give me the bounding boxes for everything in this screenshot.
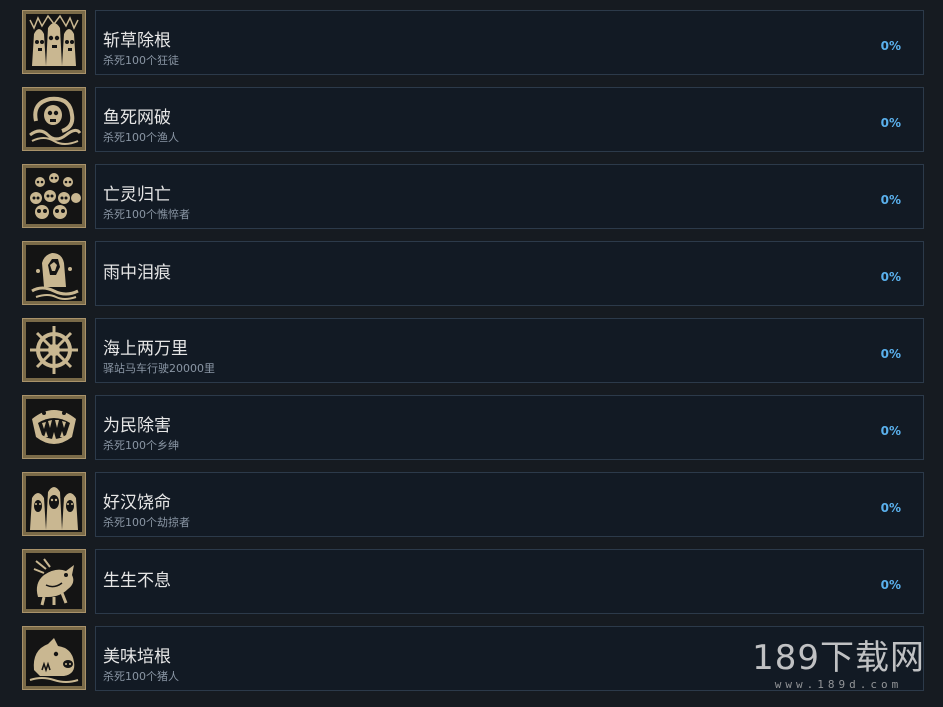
unlock-percentage: 0% — [880, 270, 901, 284]
achievement-row[interactable]: 为民除害 杀死100个乡绅 0% — [0, 385, 943, 462]
hooded-cultists-icon — [26, 14, 82, 70]
achievement-title: 雨中泪痕 — [103, 263, 171, 283]
fanged-maw-icon — [26, 399, 82, 455]
achievement-title: 亡灵归亡 — [103, 185, 171, 205]
achievement-title: 海上两万里 — [103, 339, 188, 359]
ship-wheel-icon — [26, 322, 82, 378]
achievement-panel: 鱼死网破 杀死100个渔人 0% — [95, 87, 924, 152]
achievement-row[interactable]: 好汉饶命 杀死100个劫掠者 0% — [0, 462, 943, 539]
achievement-icon-frame — [22, 318, 86, 382]
achievement-panel: 亡灵归亡 杀死100个憔悴者 0% — [95, 164, 924, 229]
achievement-row[interactable]: 斩草除根 杀死100个狂徒 0% — [0, 0, 943, 77]
unlock-percentage: 0% — [880, 424, 901, 438]
fishman-skull-icon — [26, 91, 82, 147]
achievement-icon-frame — [22, 241, 86, 305]
unlock-percentage: 0% — [880, 116, 901, 130]
achievement-row[interactable]: 鱼死网破 杀死100个渔人 0% — [0, 77, 943, 154]
achievement-panel: 好汉饶命 杀死100个劫掠者 0% — [95, 472, 924, 537]
unlock-percentage: 0% — [880, 347, 901, 361]
achievement-panel: 为民除害 杀死100个乡绅 0% — [95, 395, 924, 460]
achievement-row[interactable]: 海上两万里 驿站马车行驶20000里 0% — [0, 308, 943, 385]
achievement-panel: 斩草除根 杀死100个狂徒 0% — [95, 10, 924, 75]
achievement-description: 杀死100个猪人 — [103, 670, 179, 683]
achievement-row[interactable]: 美味培根 杀死100个猪人 — [0, 616, 943, 693]
unlock-percentage: 0% — [880, 578, 901, 592]
achievement-description: 驿站马车行驶20000里 — [103, 362, 215, 375]
achievement-row[interactable]: 亡灵归亡 杀死100个憔悴者 0% — [0, 154, 943, 231]
achievement-icon-frame — [22, 549, 86, 613]
achievement-title: 好汉饶命 — [103, 493, 171, 513]
achievement-icon-frame — [22, 164, 86, 228]
achievement-icon-frame — [22, 472, 86, 536]
achievement-row[interactable]: 生生不息 0% — [0, 539, 943, 616]
pig-head-icon — [26, 630, 82, 686]
unlock-percentage: 0% — [880, 501, 901, 515]
achievement-description: 杀死100个乡绅 — [103, 439, 179, 452]
unlock-percentage: 0% — [880, 193, 901, 207]
achievement-description: 杀死100个憔悴者 — [103, 208, 190, 221]
skull-pile-icon — [26, 168, 82, 224]
swine-creature-icon — [26, 553, 82, 609]
achievement-icon-frame — [22, 10, 86, 74]
achievement-title: 为民除害 — [103, 416, 171, 436]
achievement-panel: 雨中泪痕 0% — [95, 241, 924, 306]
achievement-description: 杀死100个狂徒 — [103, 54, 179, 67]
stone-hand-icon — [26, 245, 82, 301]
achievement-description: 杀死100个劫掠者 — [103, 516, 190, 529]
achievement-panel: 生生不息 0% — [95, 549, 924, 614]
achievement-panel: 海上两万里 驿站马车行驶20000里 0% — [95, 318, 924, 383]
achievement-title: 生生不息 — [103, 571, 171, 591]
achievement-panel: 美味培根 杀死100个猪人 — [95, 626, 924, 691]
bandit-faces-icon — [26, 476, 82, 532]
achievement-title: 斩草除根 — [103, 31, 171, 51]
achievement-title: 美味培根 — [103, 647, 171, 667]
achievement-icon-frame — [22, 87, 86, 151]
unlock-percentage: 0% — [880, 39, 901, 53]
achievement-title: 鱼死网破 — [103, 108, 171, 128]
achievement-description: 杀死100个渔人 — [103, 131, 179, 144]
achievement-icon-frame — [22, 626, 86, 690]
achievement-list: 斩草除根 杀死100个狂徒 0% 鱼死网破 杀死100个渔人 0% 亡灵归亡 杀… — [0, 0, 943, 707]
achievement-row[interactable]: 雨中泪痕 0% — [0, 231, 943, 308]
achievement-icon-frame — [22, 395, 86, 459]
